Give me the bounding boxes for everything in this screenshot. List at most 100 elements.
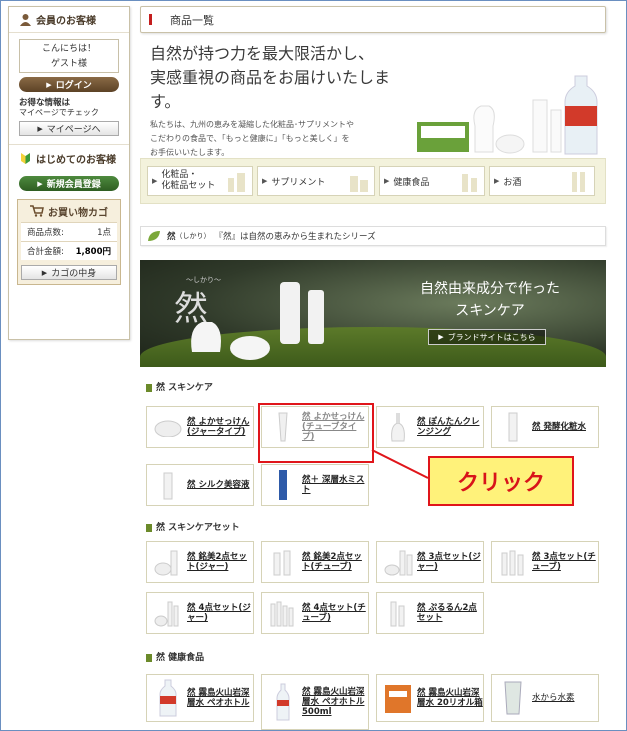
triangle-icon: ▶: [46, 80, 52, 89]
newcomer-title: はじめてのお客様: [36, 154, 116, 166]
product-name[interactable]: 然 ぽんたんクレンジング: [417, 417, 483, 437]
product-card[interactable]: 然 銘美2点セット(ジャー): [146, 541, 254, 583]
product-name[interactable]: 然 3点セット(チューブ): [532, 552, 598, 572]
cart-count-label: 商品点数:: [27, 228, 64, 238]
category-liquor[interactable]: ▶ お酒: [489, 166, 595, 196]
product-thumb: [151, 409, 185, 445]
section-marker: [146, 383, 152, 392]
greeting-line1: こんにちは！: [41, 44, 96, 54]
hero-desc2: こだわりの食品で、「もっと健康に」「もっと美しく」を: [150, 134, 350, 143]
triangle-icon: ▶: [494, 177, 500, 185]
page-title-bar: 商品一覧: [140, 6, 606, 33]
product-thumb: [151, 595, 185, 631]
product-name[interactable]: 然 銘美2点セット(チューブ): [302, 552, 368, 572]
product-card[interactable]: 然 3点セット(ジャー): [376, 541, 484, 583]
sidebar: 会員のお客様 こんにちは！ ゲスト様 ▶ ログイン お得な情報は マイページでチェ…: [8, 6, 130, 340]
product-thumb: [381, 595, 415, 631]
product-thumb: [496, 544, 530, 580]
product-card[interactable]: 然 3点セット(チューブ): [491, 541, 599, 583]
series-header: 然 （しかり） 『然』は自然の恵みから生まれたシリーズ: [140, 226, 606, 246]
product-card[interactable]: 然 4点セット(チューブ): [261, 592, 369, 634]
product-thumb: [266, 595, 300, 631]
cart-header: お買い物カゴ: [18, 200, 120, 222]
product-name[interactable]: 然 3点セット(ジャー): [417, 552, 483, 572]
category-label2: 化粧品セット: [161, 181, 216, 191]
product-thumb: [266, 467, 300, 503]
section-marker: [146, 523, 152, 532]
register-button[interactable]: ▶ 新規会員登録: [19, 176, 119, 191]
product-name[interactable]: 然 霧島火山岩深層水 ペオホトル: [187, 688, 253, 708]
product-card[interactable]: 然 発酵化粧水: [491, 406, 599, 448]
product-name[interactable]: 然 発酵化粧水: [532, 422, 586, 432]
category-supplement[interactable]: ▶ サプリメント: [257, 166, 375, 196]
cart-total-label: 合計金額:: [27, 247, 64, 257]
cart-contents-button[interactable]: ▶ カゴの中身: [21, 265, 117, 280]
login-button[interactable]: ▶ ログイン: [19, 77, 119, 92]
section-title: 然 健康食品: [156, 653, 205, 663]
product-name[interactable]: 然 霧島火山岩深層水 ペオホトル500ml: [302, 687, 368, 717]
triangle-icon: ▶: [37, 179, 43, 188]
product-name[interactable]: 然 シルク美容液: [187, 480, 249, 490]
mypage-info: お得な情報は マイページでチェック: [19, 98, 119, 118]
product-card[interactable]: 然 シルク美容液: [146, 464, 254, 506]
triangle-icon: ▶: [41, 268, 48, 277]
liquor-icon: [572, 172, 585, 192]
product-thumb: [151, 544, 185, 580]
product-card[interactable]: 然 霧島火山岩深層水 20リオル箱: [376, 674, 484, 722]
product-thumb: [151, 679, 185, 717]
mypage-button[interactable]: ▶ マイページへ: [19, 121, 119, 136]
product-card[interactable]: 然 よかせっけん(ジャータイプ): [146, 406, 254, 448]
health-food-icon: [462, 174, 477, 192]
product-card[interactable]: 然＋ 深層水ミスト: [261, 464, 369, 506]
product-thumb: [496, 680, 530, 716]
hero-line2: 実感重視の商品をお届けいたします。: [150, 68, 391, 111]
product-name[interactable]: 水から水素: [532, 693, 575, 703]
section-marker: [146, 653, 152, 662]
series-name: 然: [167, 232, 176, 242]
category-label1: 健康食品: [393, 177, 430, 188]
register-label: 新規会員登録: [46, 180, 101, 190]
member-title: 会員のお客様: [36, 16, 96, 27]
product-card[interactable]: 然 ぽんたんクレンジング: [376, 406, 484, 448]
main-content: 商品一覧 自然が持つ力を最大限活かし、 実感重視の商品をお届けいたします。 私たち…: [140, 6, 606, 730]
hero-products-image: [417, 75, 598, 155]
product-name[interactable]: 然 銘美2点セット(ジャー): [187, 552, 253, 572]
product-card[interactable]: 然 霧島火山岩深層水 ペオホトル: [146, 674, 254, 722]
product-name[interactable]: 然 よかせっけん(ジャータイプ): [187, 417, 253, 437]
category-label1: お酒: [503, 177, 522, 188]
triangle-icon: ▶: [152, 177, 158, 185]
product-thumb: [266, 683, 300, 721]
triangle-icon: ▶: [262, 177, 268, 185]
greeting-box: こんにちは！ ゲスト様: [19, 39, 119, 73]
triangle-icon: ▶: [438, 333, 444, 341]
banner-logo-small: ～しかり～: [186, 276, 221, 284]
beginner-mark-icon: [21, 152, 30, 164]
brand-site-button[interactable]: ▶ ブランドサイトはこちら: [428, 329, 546, 345]
product-card[interactable]: 然 銘美2点セット(チューブ): [261, 541, 369, 583]
supplement-icon: [350, 176, 368, 192]
product-card[interactable]: 然 ぷるるん2点セット: [376, 592, 484, 634]
hero-desc1: 私たちは、九州の恵みを凝縮した化粧品･サプリメントや: [150, 120, 354, 129]
triangle-icon: ▶: [384, 177, 390, 185]
category-label1: 化粧品・: [161, 170, 198, 180]
product-card[interactable]: 然 4点セット(ジャー): [146, 592, 254, 634]
banner-text: 自然由来成分で作った スキンケア: [395, 278, 585, 322]
section-title-skincare: 然 スキンケア: [146, 380, 213, 393]
mypage-label: マイページへ: [46, 125, 101, 135]
product-name[interactable]: 然＋ 深層水ミスト: [302, 475, 368, 495]
hero-desc3: お手伝いいたします。: [150, 148, 230, 157]
brand-site-label: ブランドサイトはこちら: [447, 332, 536, 342]
click-highlight-box: [258, 403, 374, 463]
product-name[interactable]: 然 4点セット(チューブ): [302, 603, 368, 623]
product-name[interactable]: 然 ぷるるん2点セット: [417, 603, 483, 623]
product-thumb: [266, 544, 300, 580]
info-line1: お得な情報は: [19, 98, 71, 108]
banner-products: ～しかり～ 然: [174, 276, 324, 360]
category-health-food[interactable]: ▶ 健康食品: [379, 166, 485, 196]
product-name[interactable]: 然 4点セット(ジャー): [187, 603, 253, 623]
product-card[interactable]: 水から水素: [491, 674, 599, 722]
product-name[interactable]: 然 霧島火山岩深層水 20リオル箱: [417, 688, 483, 708]
category-cosmetics[interactable]: ▶ 化粧品・ 化粧品セット: [147, 166, 253, 196]
product-card[interactable]: 然 霧島火山岩深層水 ペオホトル500ml: [261, 674, 369, 730]
brand-banner[interactable]: ～しかり～ 然 自然由来成分で作った スキンケア ▶ ブランドサイトはこちら: [140, 260, 606, 367]
